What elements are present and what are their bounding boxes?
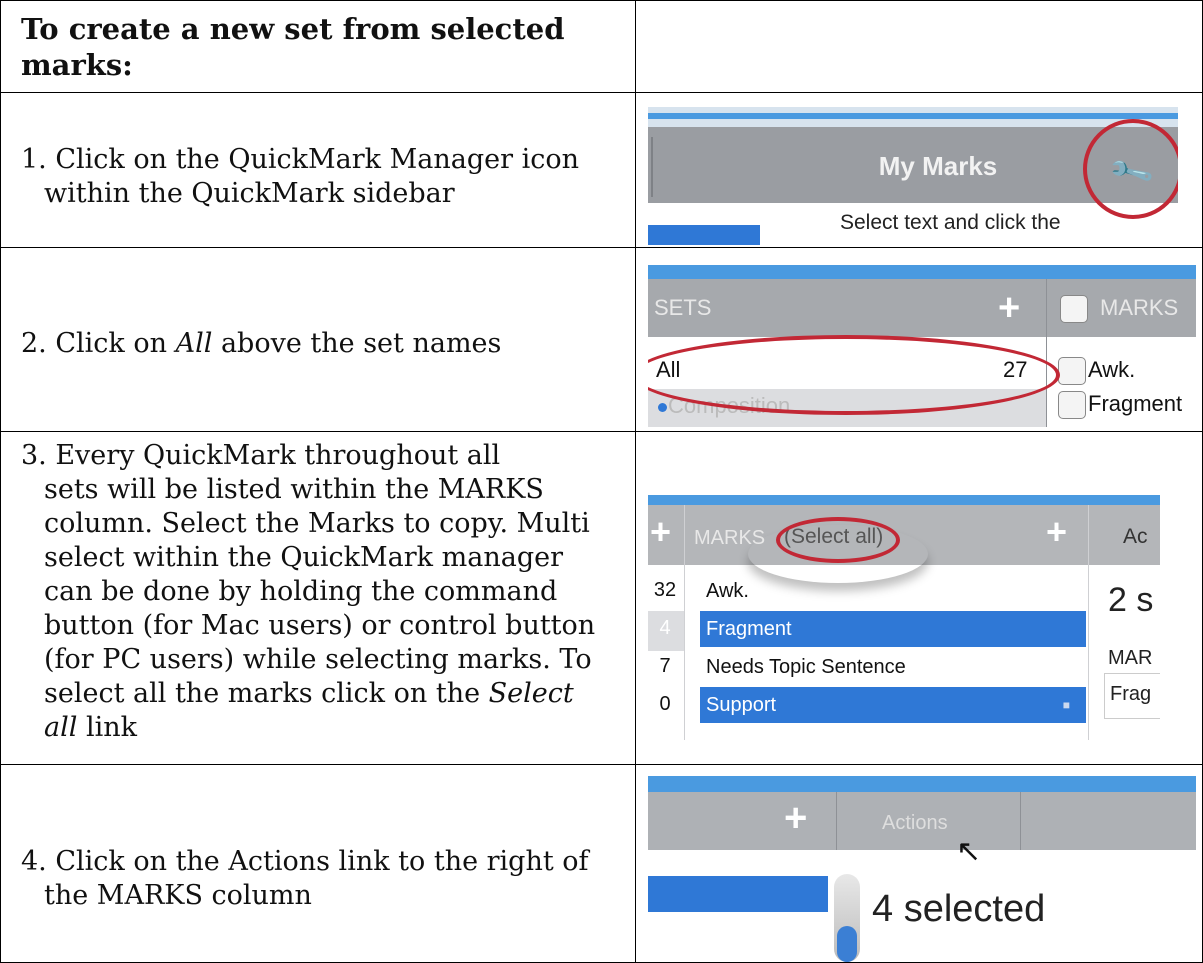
- mark-list-item[interactable]: Needs Topic Sentence: [700, 649, 1086, 685]
- step-3-line: can be done by holding the command: [44, 576, 558, 607]
- set-color-dot: [658, 403, 667, 412]
- screenshot-quickmark-sidebar: My Marks 🔧 Select text and click the: [648, 107, 1178, 245]
- mark-label: Fragment: [1088, 391, 1183, 416]
- step-4-line: 4. Click on the Actions link to the righ…: [21, 846, 589, 877]
- actions-link[interactable]: Actions: [882, 812, 948, 835]
- mark-checkbox[interactable]: [1058, 391, 1086, 419]
- step-2-text-part: 2. Click on: [21, 328, 176, 359]
- mark-label: Fragment: [706, 618, 792, 640]
- step-2-emphasis: All: [175, 328, 213, 359]
- row-divider: [1, 92, 1202, 93]
- step-2-text: 2. Click on All above the set names: [21, 327, 621, 361]
- step-4-line: the MARKS column: [44, 880, 312, 911]
- window-top-bar: [648, 107, 1178, 127]
- select-all-emphasis: all: [44, 712, 78, 743]
- selected-mark-preview: Frag: [1110, 683, 1152, 705]
- step-3-text: 3. Every QuickMark throughout all sets w…: [21, 439, 621, 745]
- mark-label: Support: [706, 694, 777, 716]
- screenshot-actions: + Actions ↖ 4 selected: [648, 776, 1196, 962]
- set-count: 32: [653, 579, 677, 601]
- marks-column-label: MARKS: [1100, 295, 1179, 320]
- step-1-line: within the QuickMark sidebar: [44, 178, 455, 209]
- add-icon[interactable]: +: [650, 511, 671, 553]
- selected-bar: [648, 225, 760, 245]
- highlight-circle: [1083, 119, 1178, 219]
- select-all-checkbox[interactable]: [1060, 295, 1088, 323]
- sidebar-hint-text: Select text and click the: [840, 211, 1061, 234]
- lock-icon: ■: [1062, 698, 1070, 712]
- step-1-line: 1. Click on the QuickMark Manager icon: [21, 144, 579, 175]
- selected-row-bar: [648, 876, 828, 912]
- step-3-line: select within the QuickMark manager: [44, 542, 563, 573]
- scrollbar-thumb[interactable]: [837, 926, 857, 962]
- step-3-line: 3. Every QuickMark throughout all: [21, 440, 501, 471]
- step-3-line: button (for Mac users) or control button: [44, 610, 596, 641]
- highlight-ellipse: [776, 517, 900, 563]
- set-count: 0: [659, 693, 671, 715]
- sets-column-label: SETS: [654, 295, 712, 320]
- mark-label: Awk.: [706, 580, 749, 602]
- step-1-text: 1. Click on the QuickMark Manager icon w…: [21, 143, 621, 211]
- add-mark-icon[interactable]: +: [784, 796, 807, 841]
- actions-link[interactable]: Ac: [1123, 525, 1148, 549]
- row-divider: [1, 247, 1202, 248]
- step-4-text: 4. Click on the Actions link to the righ…: [21, 845, 621, 913]
- row-divider: [1, 764, 1202, 765]
- mark-label: Awk.: [1088, 357, 1136, 382]
- screenshot-sets-panel: SETS + MARKS Composition All 27 Awk. Fra…: [648, 265, 1196, 427]
- step-3-line: select all the marks click on the: [44, 678, 489, 709]
- step-3-line: (for PC users) while selecting marks. To: [44, 644, 592, 675]
- add-set-icon[interactable]: +: [998, 289, 1020, 327]
- row-divider: [1, 431, 1202, 432]
- step-3-line: link: [77, 712, 137, 743]
- set-count: 7: [659, 655, 671, 677]
- set-count: 4: [659, 617, 671, 639]
- add-mark-icon[interactable]: +: [1046, 511, 1067, 553]
- table-heading: To create a new set from selected marks:: [21, 12, 565, 82]
- pointer-cursor-icon: ↖: [956, 835, 982, 868]
- selection-count: 4 selected: [872, 888, 1046, 930]
- marks-section-label: MAR: [1108, 647, 1153, 669]
- highlight-ellipse: [648, 335, 1060, 415]
- mark-label: Needs Topic Sentence: [706, 656, 906, 678]
- step-2-text-part: above the set names: [212, 328, 502, 359]
- select-all-emphasis: Select: [488, 678, 574, 709]
- mark-list-item-selected[interactable]: Support ■: [700, 687, 1086, 723]
- mark-checkbox[interactable]: [1058, 357, 1086, 385]
- column-divider: [635, 1, 636, 962]
- sidebar-title: My Marks: [878, 151, 998, 181]
- mark-list-item[interactable]: Awk.: [700, 573, 1086, 609]
- step-3-line: column. Select the Marks to copy. Multi: [44, 508, 590, 539]
- selection-count: 2 s: [1108, 581, 1154, 619]
- mark-list-item-selected[interactable]: Fragment: [700, 611, 1086, 647]
- screenshot-marks-column: + MARKS (Select all) + Ac 32 4 7 0 Awk. …: [648, 495, 1160, 740]
- step-3-line: sets will be listed within the MARKS: [44, 474, 544, 505]
